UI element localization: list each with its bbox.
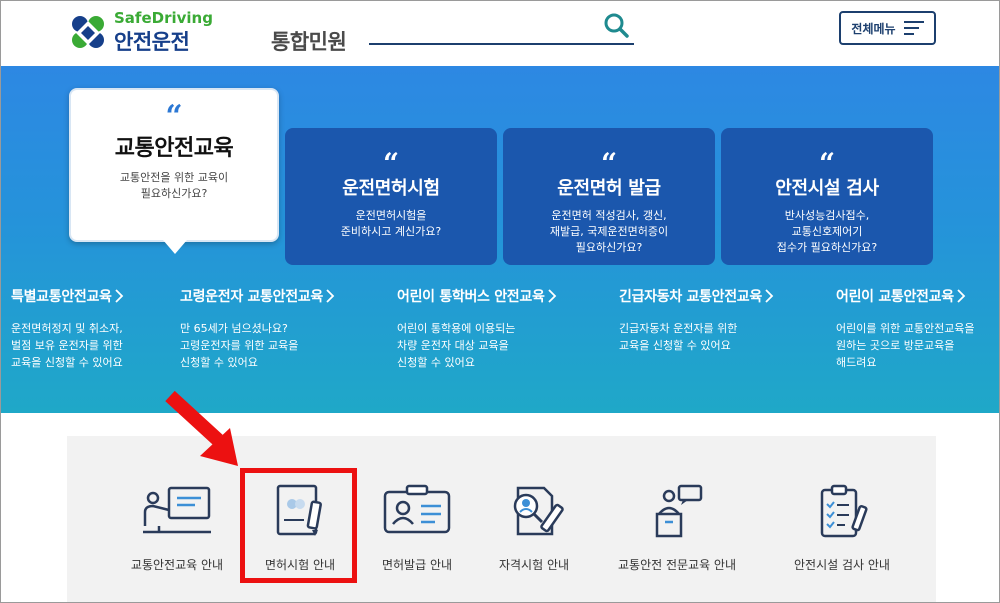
exam-document-icon [276, 484, 322, 536]
chevron-right-icon [115, 289, 123, 303]
chevron-right-icon [547, 289, 556, 303]
license-issue-card[interactable]: “ 운전면허 발급 운전면허 적성검사, 갱신, 재발급, 국제운전면허증이 필… [503, 128, 715, 265]
bubble-title: 교통안전교육 [114, 136, 234, 161]
card-title: 운전면허시험 [342, 178, 440, 199]
service-qualification-test[interactable]: 자격시험 안내 [479, 436, 589, 603]
logo-korean-text: 안전운전 [114, 30, 190, 54]
link-description: 어린이 통학용에 이용되는 차량 운전자 대상 교육을 신청할 수 있어요 [397, 322, 516, 369]
child-education-link-block: 어린이 교통안전교육 어린이를 위한 교통안전교육을 원하는 곳으로 방문교육을… [836, 286, 996, 371]
service-professional-education[interactable]: 교통안전 전문교육 안내 [602, 436, 752, 603]
link-title-text: 고령운전자 교통안전교육 [180, 289, 323, 305]
checklist-clipboard-icon [820, 484, 868, 538]
card-description: 운전면허시험을 준비하시고 계신가요? [340, 209, 442, 238]
bubble-description-line: 교통안전을 위한 교육이 [119, 171, 229, 184]
chevron-right-icon [957, 289, 966, 303]
license-card-icon [383, 484, 451, 534]
card-title: 안전시설 검사 [775, 178, 879, 199]
senior-driver-education-link-block: 고령운전자 교통안전교육 만 65세가 넘으셨나요? 고령운전자를 위한 교육을… [180, 286, 390, 371]
full-menu-button[interactable]: 전체메뉴 [839, 11, 936, 45]
hero-banner: “ 교통안전교육 교통안전을 위한 교육이 필요하신가요? “ 운전면허시험 운… [1, 66, 999, 413]
emergency-vehicle-education-link[interactable]: 긴급자동차 교통안전교육 [619, 286, 829, 306]
search-icon[interactable] [602, 11, 630, 39]
school-bus-education-link-block: 어린이 통학버스 안전교육 어린이 통학용에 이용되는 차량 운전자 대상 교육… [397, 286, 607, 371]
card-title: 운전면허 발급 [557, 178, 661, 199]
bubble-description: 교통안전을 위한 교육이 필요하신가요? [71, 170, 277, 202]
service-label: 교통안전교육 안내 [130, 558, 224, 572]
link-title-text: 긴급자동차 교통안전교육 [619, 289, 762, 305]
quote-icon: “ [600, 147, 618, 180]
senior-driver-education-link[interactable]: 고령운전자 교통안전교육 [180, 286, 390, 306]
service-label: 면허발급 안내 [381, 558, 453, 572]
qualification-test-icon [513, 486, 564, 536]
logo-subtitle: 통합민원 [271, 30, 347, 54]
service-label: 면허시험 안내 [264, 558, 336, 572]
service-license-exam[interactable]: 면허시험 안내 [245, 436, 355, 603]
service-label: 안전시설 검사 안내 [794, 558, 890, 572]
bubble-description-line: 필요하신가요? [140, 187, 208, 200]
link-title-text: 어린이 교통안전교육 [836, 289, 954, 305]
chevron-right-icon [326, 289, 335, 303]
chevron-right-icon [765, 289, 774, 303]
service-safety-facility-inspection[interactable]: 안전시설 검사 안내 [767, 436, 917, 603]
child-education-link[interactable]: 어린이 교통안전교육 [836, 286, 996, 306]
link-description: 만 65세가 넘으셨나요? 고령운전자를 위한 교육을 신청할 수 있어요 [180, 322, 299, 369]
safety-facility-inspection-card[interactable]: “ 안전시설 검사 반사성능검사접수, 교통신호제어기 접수가 필요하신가요? [721, 128, 933, 265]
quote-icon: “ [165, 99, 183, 134]
safedriving-logo-icon [72, 16, 104, 48]
full-menu-label: 전체메뉴 [851, 21, 896, 36]
emergency-vehicle-education-link-block: 긴급자동차 교통안전교육 긴급자동차 운전자를 위한 교육을 신청할 수 있어요 [619, 286, 829, 354]
lecture-podium-icon [655, 484, 703, 538]
service-label: 교통안전 전문교육 안내 [617, 558, 737, 572]
search-bar [369, 8, 634, 45]
card-description: 반사성능검사접수, 교통신호제어기 접수가 필요하신가요? [776, 209, 878, 254]
link-title-text: 어린이 통학버스 안전교육 [397, 289, 545, 305]
presentation-icon [143, 486, 211, 534]
service-license-issue[interactable]: 면허발급 안내 [367, 436, 467, 603]
service-label: 자격시험 안내 [498, 558, 570, 572]
quote-icon: “ [818, 147, 836, 180]
red-arrow-icon [165, 390, 238, 466]
traffic-safety-education-bubble[interactable]: “ 교통안전교육 교통안전을 위한 교육이 필요하신가요? [69, 88, 279, 254]
site-header: SafeDriving 안전운전 통합민원 전체메뉴 [0, 0, 1000, 66]
search-input[interactable] [369, 8, 594, 42]
hamburger-menu-icon [903, 21, 924, 35]
logo-english-text: SafeDriving [114, 9, 213, 27]
quote-icon: “ [382, 147, 400, 180]
link-title-text: 특별교통안전교육 [11, 289, 112, 305]
card-description: 운전면허 적성검사, 갱신, 재발급, 국제운전면허증이 필요하신가요? [549, 209, 669, 254]
link-description: 어린이를 위한 교통안전교육을 원하는 곳으로 방문교육을 해드려요 [836, 322, 975, 369]
school-bus-education-link[interactable]: 어린이 통학버스 안전교육 [397, 286, 607, 306]
license-exam-card[interactable]: “ 운전면허시험 운전면허시험을 준비하시고 계신가요? [285, 128, 497, 265]
link-description: 긴급자동차 운전자를 위한 교육을 신청할 수 있어요 [619, 322, 738, 352]
